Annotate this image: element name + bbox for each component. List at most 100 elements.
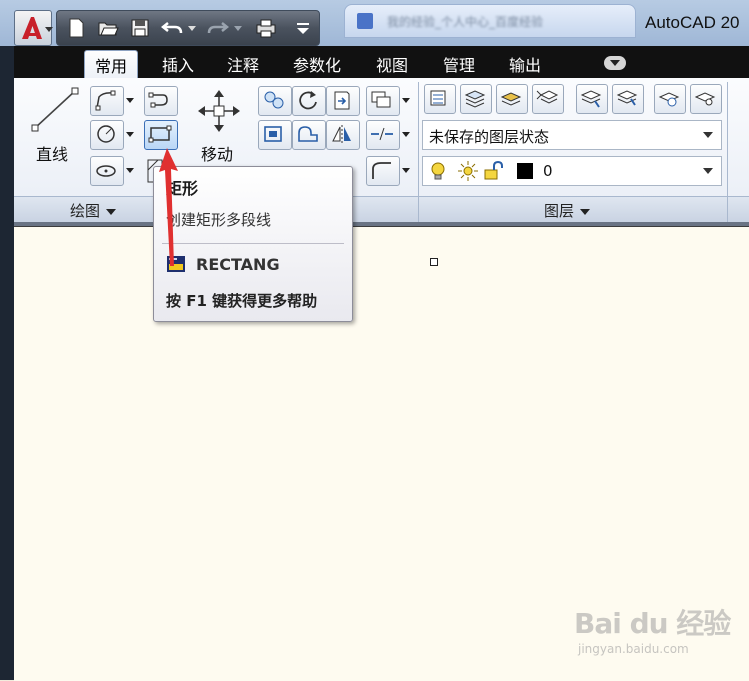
layers-panel-title[interactable]: 图层 [544,200,591,221]
panel-divider [727,82,728,222]
customize-dropdown-icon[interactable] [293,17,315,39]
line-label[interactable]: 直线 [36,141,68,165]
ribbon-panel-titles [14,196,749,223]
offset-dropdown-icon[interactable] [402,98,410,103]
layer-lock-icon [616,90,638,106]
copy-icon [264,91,284,109]
circle-icon [97,125,115,143]
layer-walk-button[interactable] [690,84,722,114]
layer-states-button[interactable] [460,84,492,114]
tab-insert[interactable]: 插入 [162,52,194,76]
chamfer-dropdown-icon[interactable] [402,168,410,173]
tab-parametric[interactable]: 参数化 [293,52,341,76]
quick-access-toolbar [56,10,320,46]
chevron-down-icon [703,132,713,138]
rectangle-icon [148,125,172,143]
ellipse-button[interactable] [90,156,124,186]
cursor-pickbox [430,258,438,266]
layer-walk-icon [694,92,716,106]
layer-color-swatch [517,163,533,179]
panel-divider [418,82,419,222]
layer-lock-button[interactable] [612,84,644,114]
layer-state-dropdown[interactable]: 未保存的图层状态 [422,120,722,150]
break-icon [371,127,393,141]
browser-tab[interactable]: 我的经验_个人中心_百度经验 [344,4,636,38]
polyline-button[interactable] [90,86,124,116]
layer-dropdown[interactable]: 0 [422,156,722,186]
save-icon[interactable] [129,17,151,39]
undo-icon[interactable] [161,17,183,39]
layer-off-button[interactable] [496,84,528,114]
polyline-icon [95,90,116,111]
draw-panel-expand-icon[interactable] [106,208,117,215]
chamfer-button[interactable] [366,156,400,186]
tooltip-divider [162,243,344,244]
baidu-jingyan-watermark: Bai du 经验 jingyan.baidu.com [574,602,744,664]
tab-view[interactable]: 视图 [376,52,408,76]
sun-icon[interactable] [457,160,479,182]
layer-freeze-icon [580,90,602,108]
rotate-icon [299,91,317,110]
circle-button[interactable] [90,120,124,150]
plot-icon[interactable] [255,17,277,39]
line-icon[interactable] [30,86,80,134]
watermark-text: Bai du 经验 [574,607,731,640]
ellipse-dropdown-icon[interactable] [126,168,134,173]
tab-manage[interactable]: 管理 [443,52,475,76]
layers-panel-expand-icon[interactable] [580,208,591,215]
layer-properties-icon [430,90,446,106]
rectangle-tooltip: 矩形 创建矩形多段线 RECTANG 按 F1 键获得更多帮助 [153,166,353,322]
mirror-button[interactable] [326,120,360,150]
stretch-button[interactable] [292,120,326,150]
draw-panel-title[interactable]: 绘图 [70,200,117,221]
unlock-icon[interactable] [483,161,505,181]
trim-button[interactable] [326,86,360,116]
offset-icon [371,91,391,108]
fillet-icon [264,126,282,142]
redo-icon[interactable] [207,17,229,39]
tab-output[interactable]: 输出 [509,52,541,76]
annotation-arrow-icon [159,148,178,266]
redo-dropdown-icon[interactable] [234,26,242,31]
spline-icon [148,92,168,108]
layer-match-button[interactable] [654,84,686,114]
offset-button[interactable] [366,86,400,116]
copy-button[interactable] [258,86,292,116]
layer-freeze-button[interactable] [576,84,608,114]
spline-button[interactable] [144,86,178,116]
layer-isolate-icon [536,90,559,104]
undo-dropdown-icon[interactable] [188,26,196,31]
break-button[interactable] [366,120,400,150]
layer-state-value: 未保存的图层状态 [429,128,550,146]
ellipse-icon [96,165,116,177]
chamfer-icon [372,162,391,179]
browser-tab-favicon-icon [357,13,373,29]
rectangle-button[interactable] [144,120,178,150]
layer-off-icon [500,92,522,106]
browser-tab-label: 我的经验_个人中心_百度经验 [387,15,544,29]
chevron-down-icon [703,168,713,174]
circle-dropdown-icon[interactable] [126,132,134,137]
autocad-logo-icon [22,17,42,39]
move-icon[interactable] [196,88,242,134]
break-dropdown-icon[interactable] [402,132,410,137]
fillet-button[interactable] [258,120,292,150]
application-menu-button[interactable] [14,10,53,46]
stretch-icon [298,126,318,142]
app-title: AutoCAD 20 [645,13,740,32]
current-layer-value: 0 [543,162,553,180]
layer-isolate-button[interactable] [532,84,564,114]
move-label[interactable]: 移动 [201,141,233,165]
tab-annotate[interactable]: 注释 [227,52,259,76]
rotate-button[interactable] [292,86,326,116]
lightbulb-icon[interactable] [429,161,447,181]
layer-properties-button[interactable] [424,84,456,114]
new-icon[interactable] [65,17,87,39]
open-icon[interactable] [97,17,119,39]
ribbon-minimize-button[interactable] [604,56,626,70]
tooltip-help-hint: 按 F1 键获得更多帮助 [166,292,318,310]
polyline-dropdown-icon[interactable] [126,98,134,103]
tooltip-command: RECTANG [196,255,280,274]
mirror-icon [332,125,351,143]
ribbon-tab-bar: 常用 插入 注释 参数化 视图 管理 输出 [14,46,749,85]
